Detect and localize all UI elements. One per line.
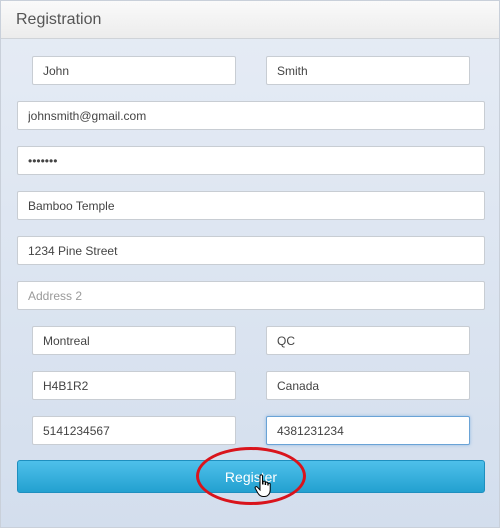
page-title: Registration [16, 11, 102, 28]
postal-code-field[interactable] [32, 371, 236, 400]
country-field[interactable] [266, 371, 470, 400]
address1-field[interactable] [17, 191, 485, 220]
phone-field[interactable] [32, 416, 236, 445]
register-button[interactable]: Register [17, 460, 485, 493]
province-field[interactable] [266, 326, 470, 355]
city-field[interactable] [32, 326, 236, 355]
panel-header: Registration [1, 1, 499, 39]
email-field[interactable] [17, 101, 485, 130]
registration-panel: Registration Register [0, 0, 500, 528]
mobile-field[interactable] [266, 416, 470, 445]
street-field[interactable] [17, 236, 485, 265]
last-name-field[interactable] [266, 56, 470, 85]
first-name-field[interactable] [32, 56, 236, 85]
password-field[interactable] [17, 146, 485, 175]
address2-field[interactable] [17, 281, 485, 310]
